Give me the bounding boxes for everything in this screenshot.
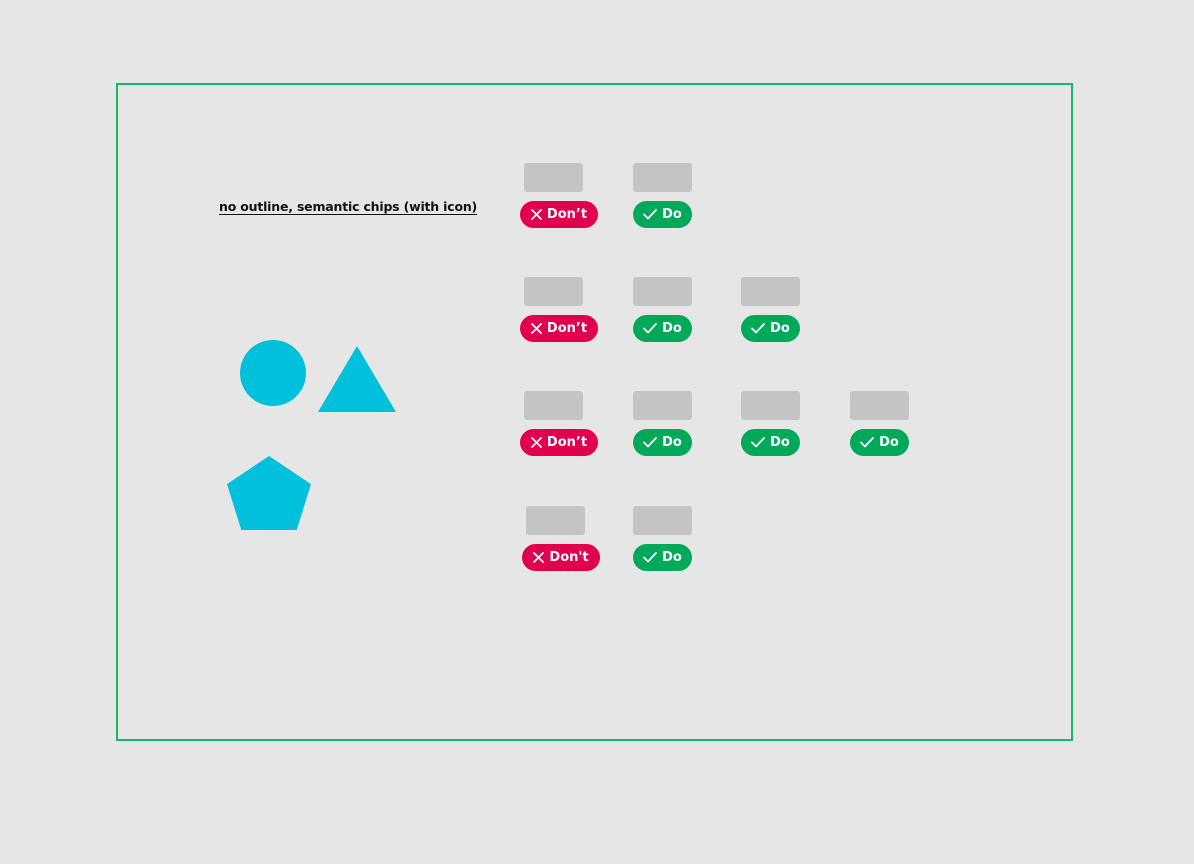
chip-label: Don’t	[546, 321, 588, 336]
placeholder-box	[524, 163, 583, 192]
do-chip: Do	[633, 201, 692, 228]
dont-chip: Don't	[522, 544, 600, 571]
dont-chip: Don’t	[520, 429, 598, 456]
placeholder-box	[633, 277, 692, 306]
circle-shape	[240, 340, 306, 406]
x-icon	[531, 437, 542, 448]
check-icon	[751, 323, 766, 334]
placeholder-box	[633, 163, 692, 192]
example-cell: Do	[633, 506, 713, 576]
dont-chip: Don’t	[520, 315, 598, 342]
chip-label: Don't	[549, 550, 589, 565]
do-chip: Do	[850, 429, 909, 456]
example-cell: Do	[850, 391, 930, 461]
placeholder-box	[633, 391, 692, 420]
chip-label: Do	[770, 321, 790, 336]
do-chip: Do	[741, 315, 800, 342]
example-cell: Don’t	[520, 391, 600, 461]
example-cell: Don’t	[520, 277, 600, 347]
x-icon	[531, 323, 542, 334]
x-icon	[533, 552, 545, 563]
chip-label: Do	[662, 550, 682, 565]
check-icon	[643, 209, 658, 220]
placeholder-box	[850, 391, 909, 420]
chip-label: Do	[662, 435, 682, 450]
placeholder-box	[633, 506, 692, 535]
check-icon	[860, 437, 875, 448]
chip-label: Do	[770, 435, 790, 450]
do-chip: Do	[633, 315, 692, 342]
dont-chip: Don’t	[520, 201, 598, 228]
section-title: no outline, semantic chips (with icon)	[219, 199, 478, 214]
placeholder-box	[741, 277, 800, 306]
example-cell: Do	[741, 277, 821, 347]
placeholder-box	[524, 277, 583, 306]
x-icon	[531, 209, 542, 220]
placeholder-box	[526, 506, 585, 535]
chip-label: Don’t	[546, 207, 588, 222]
do-chip: Do	[633, 429, 692, 456]
check-icon	[751, 437, 766, 448]
check-icon	[643, 552, 658, 563]
example-cell: Don’t	[520, 163, 600, 233]
placeholder-box	[524, 391, 583, 420]
example-cell: Do	[633, 277, 713, 347]
placeholder-box	[741, 391, 800, 420]
example-cell: Do	[741, 391, 821, 461]
do-chip: Do	[633, 544, 692, 571]
check-icon	[643, 437, 658, 448]
chip-label: Do	[879, 435, 899, 450]
check-icon	[643, 323, 658, 334]
example-cell: Do	[633, 391, 713, 461]
example-cell: Don't	[522, 506, 602, 576]
example-cell: Do	[633, 163, 713, 233]
chip-label: Don’t	[546, 435, 588, 450]
chip-label: Do	[662, 321, 682, 336]
do-chip: Do	[741, 429, 800, 456]
chip-label: Do	[662, 207, 682, 222]
